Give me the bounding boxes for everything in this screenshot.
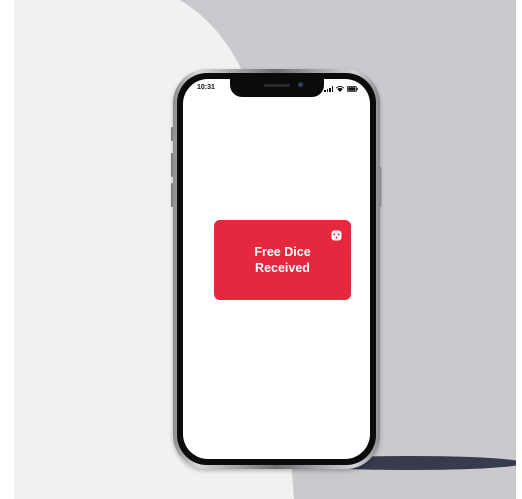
battery-icon: [347, 86, 358, 92]
phone-screen: 10:31 Free Dice Received: [183, 79, 370, 459]
free-dice-notification[interactable]: Free Dice Received: [214, 220, 351, 300]
signal-icon: [324, 86, 333, 92]
notification-message: Free Dice Received: [254, 245, 311, 275]
wifi-icon: [336, 86, 344, 92]
notch: [229, 79, 324, 97]
mockup-backdrop: 10:31 Free Dice Received: [14, 0, 516, 499]
smartphone: 10:31 Free Dice Received: [171, 69, 382, 469]
status-time: 10:31: [197, 84, 215, 91]
front-camera: [297, 82, 304, 88]
status-icons: [324, 85, 358, 92]
dice-icon: [331, 230, 342, 241]
earpiece-speaker: [263, 84, 290, 87]
